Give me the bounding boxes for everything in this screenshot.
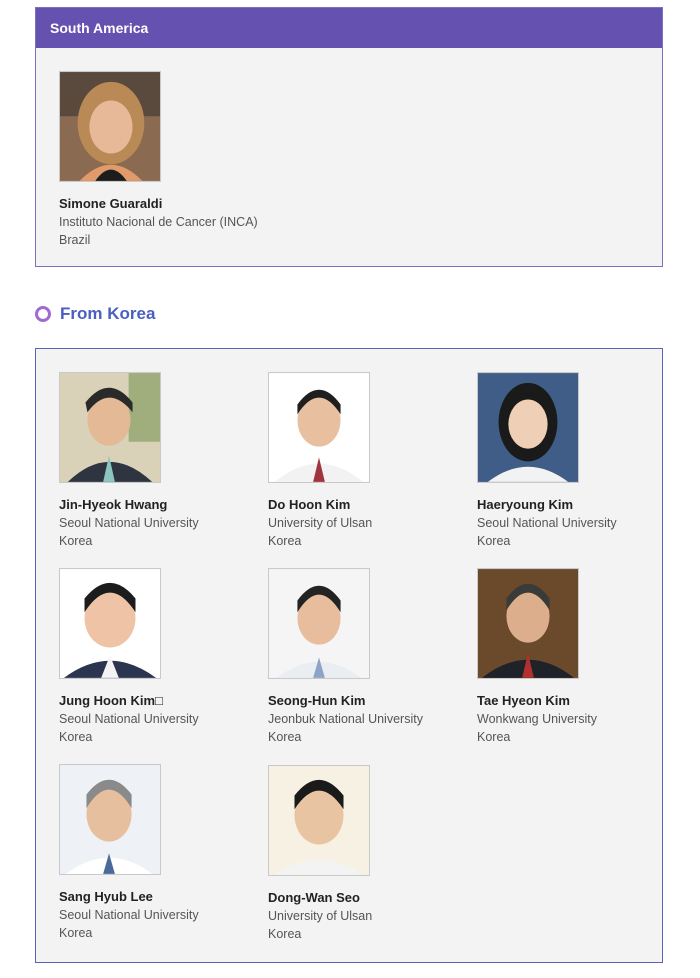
- person-name: Seong-Hun Kim: [268, 693, 366, 708]
- section-heading: From Korea: [35, 304, 155, 324]
- person-card: Tae Hyeon Kim Wonkwang University Korea: [477, 568, 667, 746]
- circle-bullet-icon: [35, 306, 51, 322]
- person-photo: [59, 372, 161, 483]
- person-card: Sang Hyub Lee Seoul National University …: [59, 764, 249, 942]
- person-name: Sang Hyub Lee: [59, 889, 153, 904]
- portrait-image: [269, 373, 369, 482]
- person-photo: [268, 372, 370, 483]
- person-photo: [477, 568, 579, 679]
- person-affiliation: University of Ulsan: [268, 516, 373, 530]
- person-name: Do Hoon Kim: [268, 497, 351, 512]
- person-country: Korea: [477, 534, 511, 548]
- person-affiliation: Seoul National University: [59, 908, 199, 922]
- portrait-image: [478, 569, 578, 678]
- person-card: Do Hoon Kim University of Ulsan Korea: [268, 372, 458, 550]
- person-card: Jung Hoon Kim□ Seoul National University…: [59, 568, 249, 746]
- person-photo: [477, 372, 579, 483]
- person-name: Jin-Hyeok Hwang: [59, 497, 168, 512]
- person-affiliation: Jeonbuk National University: [268, 712, 423, 726]
- person-name: Tae Hyeon Kim: [477, 693, 570, 708]
- korea-panel: Jin-Hyeok Hwang Seoul National Universit…: [35, 348, 663, 963]
- portrait-image: [60, 569, 160, 678]
- person-name: Dong-Wan Seo: [268, 890, 360, 905]
- portrait-image: [60, 373, 160, 482]
- person-country: Korea: [268, 927, 302, 941]
- person-card: Simone Guaraldi Instituto Nacional de Ca…: [59, 71, 258, 249]
- person-photo: [59, 568, 161, 679]
- portrait-image: [60, 72, 160, 181]
- person-photo: [59, 764, 161, 875]
- person-affiliation: Wonkwang University: [477, 712, 597, 726]
- person-affiliation: Seoul National University: [477, 516, 617, 530]
- person-country: Korea: [59, 926, 93, 940]
- person-name: Jung Hoon Kim□: [59, 693, 163, 708]
- person-name: Simone Guaraldi: [59, 196, 163, 211]
- section-title: From Korea: [60, 304, 156, 323]
- person-card: Dong-Wan Seo University of Ulsan Korea: [268, 765, 458, 943]
- portrait-image: [269, 766, 369, 875]
- south-america-header: South America: [36, 8, 662, 48]
- portrait-image: [60, 765, 160, 874]
- person-photo: [59, 71, 161, 182]
- person-photo: [268, 568, 370, 679]
- person-card: Seong-Hun Kim Jeonbuk National Universit…: [268, 568, 458, 746]
- south-america-panel: South America Simone Guaraldi Instituto …: [35, 7, 663, 267]
- portrait-image: [269, 569, 369, 678]
- person-photo: [268, 765, 370, 876]
- person-card: Jin-Hyeok Hwang Seoul National Universit…: [59, 372, 249, 550]
- person-country: Korea: [268, 534, 302, 548]
- person-country: Korea: [268, 730, 302, 744]
- person-affiliation: Instituto Nacional de Cancer (INCA): [59, 215, 258, 229]
- person-country: Korea: [59, 730, 93, 744]
- person-country: Korea: [477, 730, 511, 744]
- portrait-image: [478, 373, 578, 482]
- person-name: Haeryoung Kim: [477, 497, 574, 512]
- person-affiliation: University of Ulsan: [268, 909, 373, 923]
- person-affiliation: Seoul National University: [59, 712, 199, 726]
- person-affiliation: Seoul National University: [59, 516, 199, 530]
- person-card: Haeryoung Kim Seoul National University …: [477, 372, 667, 550]
- person-country: Brazil: [59, 233, 91, 247]
- person-country: Korea: [59, 534, 93, 548]
